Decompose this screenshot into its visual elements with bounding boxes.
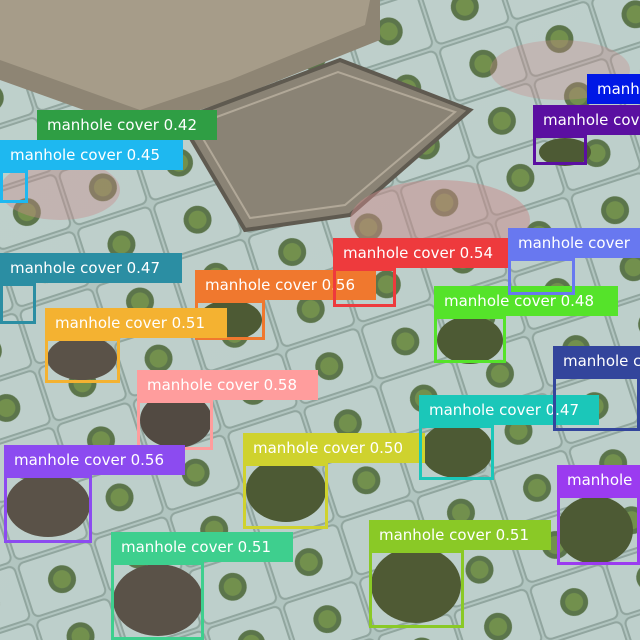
detection-label: manhole cover 0.54	[333, 238, 511, 268]
detection-label: manhole cover 0.56	[4, 445, 185, 475]
detection-label: manhole cover 0.51	[111, 532, 293, 562]
detection-box	[4, 475, 92, 543]
detection-label: manhole cover 0.42	[37, 110, 217, 140]
detection-label: manhole	[587, 74, 640, 104]
detection-box	[557, 495, 640, 565]
detection-box	[419, 425, 494, 480]
detection-label: manhole cover 0.45	[0, 140, 183, 170]
detection-box	[533, 135, 587, 165]
detection-label: manhole cover	[533, 105, 640, 135]
detection-label: manhole cover 0.47	[0, 253, 182, 283]
detection-box	[111, 562, 204, 640]
detection-box	[369, 550, 464, 628]
detection-box	[0, 283, 36, 324]
detection-box	[137, 400, 213, 450]
detection-box	[434, 316, 506, 363]
detection-box	[45, 338, 120, 383]
detection-label: manhole	[557, 465, 640, 495]
detection-label: manhole cover 0.51	[45, 308, 227, 338]
detection-box	[553, 376, 640, 431]
detection-box	[508, 258, 575, 295]
detection-label: manhole cover 0.51	[369, 520, 551, 550]
detection-box	[0, 170, 28, 203]
detection-label: manhole c	[553, 346, 640, 376]
detection-label: manhole cover	[508, 228, 640, 258]
detection-label: manhole cover 0.50	[243, 433, 425, 463]
detection-label: manhole cover 0.58	[137, 370, 318, 400]
detection-box	[243, 463, 328, 529]
detection-box	[333, 268, 396, 307]
